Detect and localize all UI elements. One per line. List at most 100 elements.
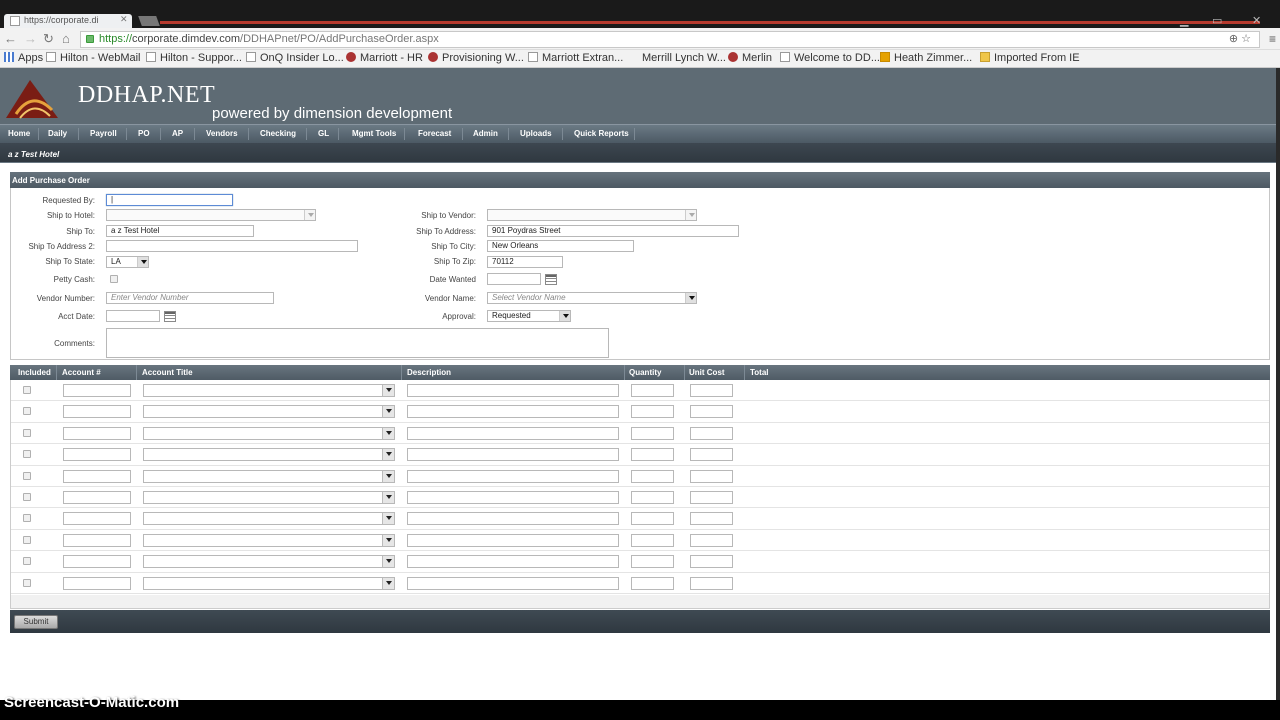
description-input[interactable] <box>407 576 619 590</box>
ship-to-city-input[interactable]: New Orleans <box>487 240 634 252</box>
address-bar[interactable]: https://corporate.dimdev.com/DDHAPnet/PO… <box>80 31 1260 48</box>
included-checkbox[interactable] <box>23 407 31 416</box>
unit-cost-input[interactable] <box>690 469 733 483</box>
unit-cost-input[interactable] <box>690 448 733 462</box>
bookmark-hilton-support[interactable]: Hilton - Suppor... <box>146 52 242 64</box>
date-wanted-input[interactable] <box>487 273 541 285</box>
nav-po[interactable]: PO <box>138 129 150 138</box>
ship-to-address-input[interactable]: 901 Poydras Street <box>487 225 739 237</box>
quantity-input[interactable] <box>631 469 674 483</box>
chrome-menu-icon[interactable]: ≡ <box>1269 32 1276 46</box>
ship-to-input[interactable]: a z Test Hotel <box>106 225 254 237</box>
bookmark-provisioning[interactable]: Provisioning W... <box>428 52 524 64</box>
account-number-input[interactable] <box>63 533 131 547</box>
bookmark-marriott-hr[interactable]: Marriott - HR <box>346 52 423 64</box>
approval-select[interactable]: Requested <box>487 310 571 322</box>
description-input[interactable] <box>407 555 619 569</box>
unit-cost-input[interactable] <box>690 555 733 569</box>
bookmark-marriott-extranet[interactable]: Marriott Extran... <box>528 52 623 64</box>
calendar-icon[interactable] <box>164 311 176 322</box>
quantity-input[interactable] <box>631 384 674 397</box>
unit-cost-input[interactable] <box>690 426 733 440</box>
account-title-select[interactable] <box>143 512 395 526</box>
unit-cost-input[interactable] <box>690 491 733 504</box>
account-number-input[interactable] <box>63 576 131 590</box>
nav-home[interactable]: Home <box>8 129 30 138</box>
acct-date-input[interactable] <box>106 310 160 322</box>
included-checkbox[interactable] <box>23 535 31 544</box>
vendor-number-input[interactable]: Enter Vendor Number <box>106 292 274 304</box>
account-number-input[interactable] <box>63 384 131 397</box>
ship-to-address2-input[interactable] <box>106 240 358 252</box>
close-window-icon[interactable]: ✕ <box>1252 14 1261 27</box>
included-checkbox[interactable] <box>23 557 31 566</box>
account-number-input[interactable] <box>63 469 131 483</box>
account-title-select[interactable] <box>143 469 395 483</box>
included-checkbox[interactable] <box>23 578 31 587</box>
bookmark-welcome-dd[interactable]: Welcome to DD... <box>780 52 880 64</box>
ship-to-zip-input[interactable]: 70112 <box>487 256 563 268</box>
bookmark-merrill-lynch[interactable]: Merrill Lynch W... <box>642 52 726 64</box>
calendar-icon[interactable] <box>545 274 557 285</box>
quantity-input[interactable] <box>631 533 674 547</box>
description-input[interactable] <box>407 491 619 504</box>
vendor-name-select[interactable]: Select Vendor Name <box>487 292 697 304</box>
account-title-select[interactable] <box>143 384 395 397</box>
quantity-input[interactable] <box>631 448 674 462</box>
included-checkbox[interactable] <box>23 428 31 437</box>
bookmark-imported-ie[interactable]: Imported From IE <box>980 52 1080 64</box>
included-checkbox[interactable] <box>23 514 31 523</box>
forward-icon[interactable]: → <box>24 31 37 46</box>
reload-icon[interactable]: ↻ <box>43 31 54 47</box>
minimize-icon[interactable]: ▁ <box>1180 14 1188 27</box>
nav-quick-reports[interactable]: Quick Reports <box>574 129 629 138</box>
account-title-select[interactable] <box>143 426 395 440</box>
nav-gl[interactable]: GL <box>318 129 329 138</box>
nav-payroll[interactable]: Payroll <box>90 129 117 138</box>
quantity-input[interactable] <box>631 555 674 569</box>
account-number-input[interactable] <box>63 512 131 526</box>
bookmark-hilton-webmail[interactable]: Hilton - WebMail <box>46 52 141 64</box>
unit-cost-input[interactable] <box>690 576 733 590</box>
account-title-select[interactable] <box>143 555 395 569</box>
ship-to-hotel-select[interactable] <box>106 209 316 221</box>
quantity-input[interactable] <box>631 491 674 504</box>
maximize-icon[interactable]: ▭ <box>1212 14 1222 27</box>
nav-mgmt-tools[interactable]: Mgmt Tools <box>352 129 396 138</box>
account-title-select[interactable] <box>143 491 395 504</box>
browser-tab[interactable]: https://corporate.di <box>4 14 132 28</box>
nav-ap[interactable]: AP <box>172 129 183 138</box>
account-number-input[interactable] <box>63 426 131 440</box>
account-title-select[interactable] <box>143 533 395 547</box>
ship-to-state-select[interactable]: LA <box>106 256 149 268</box>
close-tab-icon[interactable]: ✕ <box>120 14 128 25</box>
nav-daily[interactable]: Daily <box>48 129 67 138</box>
included-checkbox[interactable] <box>23 471 31 480</box>
zoom-icon[interactable]: ⊕ ☆ <box>1229 32 1251 47</box>
bookmark-heath-zimmer[interactable]: Heath Zimmer... <box>880 52 972 64</box>
quantity-input[interactable] <box>631 512 674 526</box>
back-icon[interactable]: ← <box>4 31 17 46</box>
description-input[interactable] <box>407 426 619 440</box>
nav-forecast[interactable]: Forecast <box>418 129 451 138</box>
unit-cost-input[interactable] <box>690 512 733 526</box>
nav-admin[interactable]: Admin <box>473 129 498 138</box>
description-input[interactable] <box>407 469 619 483</box>
bookmark-apps[interactable]: Apps <box>4 52 43 64</box>
account-number-input[interactable] <box>63 448 131 462</box>
comments-textarea[interactable] <box>106 328 609 358</box>
account-number-input[interactable] <box>63 555 131 569</box>
requested-by-input[interactable]: | <box>106 194 233 206</box>
included-checkbox[interactable] <box>23 450 31 459</box>
description-input[interactable] <box>407 533 619 547</box>
account-number-input[interactable] <box>63 491 131 504</box>
included-checkbox[interactable] <box>23 386 31 394</box>
unit-cost-input[interactable] <box>690 384 733 397</box>
unit-cost-input[interactable] <box>690 405 733 419</box>
home-icon[interactable]: ⌂ <box>62 31 70 46</box>
description-input[interactable] <box>407 448 619 462</box>
nav-uploads[interactable]: Uploads <box>520 129 552 138</box>
account-title-select[interactable] <box>143 576 395 590</box>
description-input[interactable] <box>407 512 619 526</box>
description-input[interactable] <box>407 405 619 419</box>
